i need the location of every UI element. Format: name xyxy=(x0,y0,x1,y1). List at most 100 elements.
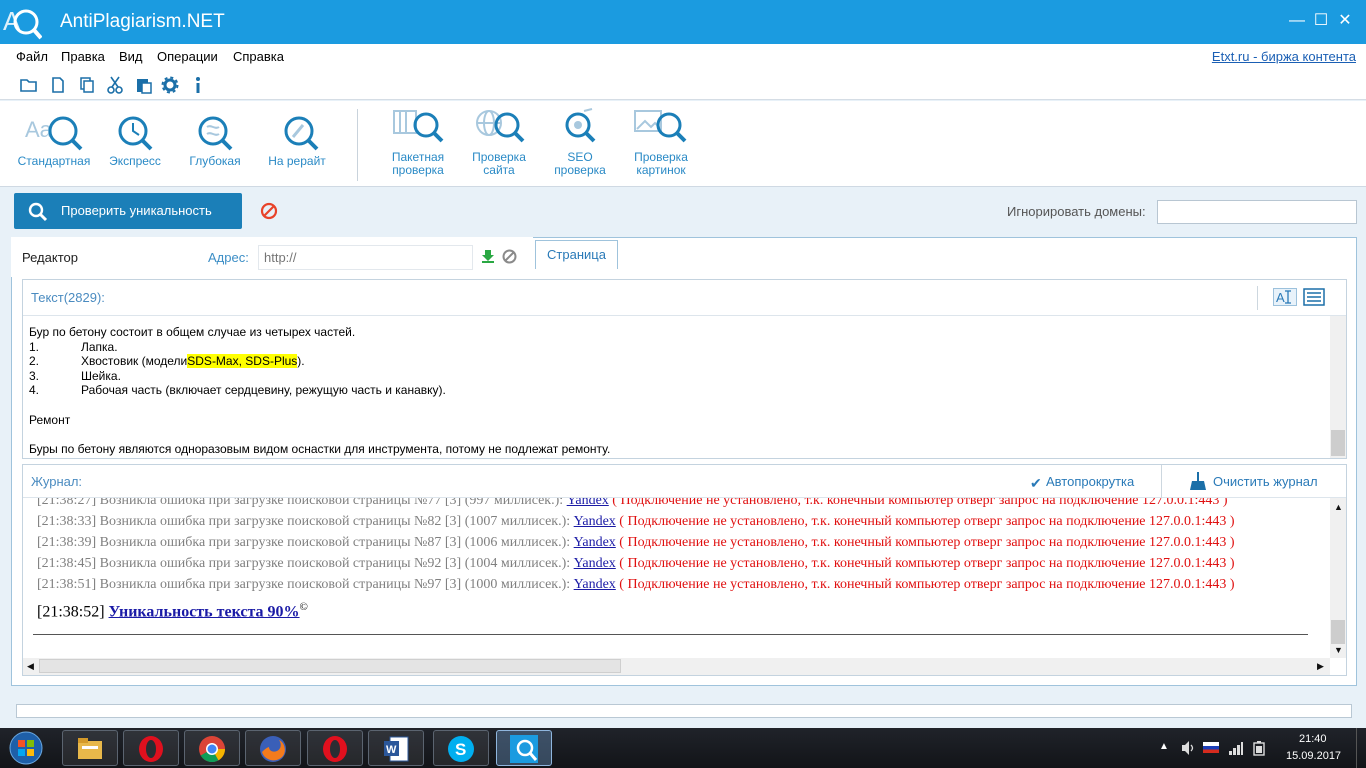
journal-header: Журнал: ✔ Автопрокрутка Очистить журнал xyxy=(23,465,1346,498)
network-signal-icon[interactable] xyxy=(1228,740,1244,756)
list-text-end: ). xyxy=(297,354,305,369)
clock-time[interactable]: 21:40 xyxy=(1299,733,1327,745)
scrollbar-thumb[interactable] xyxy=(1331,620,1345,644)
autoscroll-checkbox[interactable]: ✔ xyxy=(1030,475,1042,492)
etxt-link[interactable]: Etxt.ru - биржа контента xyxy=(1212,49,1356,64)
scroll-down-icon[interactable]: ▼ xyxy=(1334,645,1343,655)
image-check-icon xyxy=(634,110,687,143)
settings-gear-icon[interactable] xyxy=(161,76,179,94)
menu-bar: Файл Правка Вид Операции Справка Etxt.ru… xyxy=(0,44,1366,70)
batch-check-button[interactable]: Пакетная проверка xyxy=(386,107,450,177)
close-button[interactable]: ✕ xyxy=(1334,10,1356,32)
list-number: 2. xyxy=(29,354,40,369)
uniqueness-result-link[interactable]: Уникальность текста 90% xyxy=(109,603,300,620)
copy-icon[interactable] xyxy=(78,76,96,94)
scroll-left-icon[interactable]: ◀ xyxy=(27,661,34,672)
deep-check-button[interactable]: Глубокая xyxy=(185,107,245,168)
clear-journal-button[interactable]: Очистить журнал xyxy=(1213,474,1318,489)
scroll-right-icon[interactable]: ▶ xyxy=(1317,661,1324,672)
taskbar-chrome[interactable] xyxy=(184,730,240,766)
standard-check-button[interactable]: Aa Стандартная xyxy=(16,107,92,168)
log-error: ( Подключение не установлено, т.к. конеч… xyxy=(615,577,1235,592)
tab-page[interactable]: Страница xyxy=(535,240,618,269)
show-hidden-icons[interactable]: ▲ xyxy=(1159,741,1169,752)
site-check-button[interactable]: Проверка сайта xyxy=(467,107,531,177)
list-text: Рабочая часть (включает сердцевину, режу… xyxy=(81,383,446,398)
journal-vertical-scrollbar[interactable]: ▲ ▼ xyxy=(1330,498,1346,658)
yandex-link[interactable]: Yandex xyxy=(567,498,609,508)
address-input[interactable] xyxy=(258,245,473,270)
divider xyxy=(1161,465,1162,498)
text-count-label: Текст(2829): xyxy=(31,290,105,305)
windows-start-icon[interactable] xyxy=(3,729,49,767)
text-content[interactable]: Бур по бетону состоит в общем случае из … xyxy=(29,325,1329,456)
maximize-button[interactable]: ☐ xyxy=(1310,10,1332,32)
yandex-link[interactable]: Yandex xyxy=(574,556,616,571)
taskbar-explorer[interactable] xyxy=(62,730,118,766)
journal-horizontal-scrollbar[interactable]: ◀ ▶ xyxy=(23,658,1330,675)
result-time: [21:38:52] xyxy=(37,603,109,621)
paste-icon[interactable] xyxy=(135,76,153,94)
list-view-icon[interactable] xyxy=(1303,288,1325,306)
log-text: [21:38:39] Возникла ошибка при загрузке … xyxy=(37,535,574,550)
cancel-icon[interactable] xyxy=(502,249,517,264)
site-check-label-1: Проверка xyxy=(472,150,526,164)
ignore-domains-input[interactable] xyxy=(1157,200,1357,224)
seo-check-label-2: проверка xyxy=(554,163,606,177)
ignore-domains-label: Игнорировать домены: xyxy=(1007,204,1146,219)
info-icon[interactable] xyxy=(189,76,207,94)
scrollbar-thumb[interactable] xyxy=(1331,430,1345,456)
standard-check-icon: Aa xyxy=(25,116,83,151)
express-check-icon xyxy=(118,116,153,151)
minimize-button[interactable]: — xyxy=(1286,10,1308,32)
image-check-button[interactable]: Проверка картинок xyxy=(629,107,693,177)
text-scrollbar[interactable] xyxy=(1330,316,1346,458)
show-desktop-button[interactable] xyxy=(1356,728,1366,768)
highlighted-text: SDS-Max, SDS-Plus xyxy=(187,354,298,369)
log-error: ( Подключение не установлено, т.к. конеч… xyxy=(615,535,1235,550)
battery-icon[interactable] xyxy=(1252,740,1266,756)
open-folder-icon[interactable] xyxy=(20,76,38,94)
seo-check-button[interactable]: SEO проверка xyxy=(548,107,612,177)
volume-icon[interactable] xyxy=(1181,740,1195,756)
firefox-icon xyxy=(260,736,286,762)
rewrite-check-button[interactable]: На рерайт xyxy=(262,107,332,168)
text-list-item: 2. Хвостовик (моделиSDS-Max, SDS-Plus). xyxy=(29,354,1329,369)
taskbar-firefox[interactable] xyxy=(245,730,301,766)
menu-help[interactable]: Справка xyxy=(233,49,284,64)
text-heading: Ремонт xyxy=(29,412,71,427)
menu-view[interactable]: Вид xyxy=(119,49,143,64)
broom-icon[interactable] xyxy=(1188,471,1208,491)
clock-date[interactable]: 15.09.2017 xyxy=(1286,750,1341,762)
stop-icon[interactable] xyxy=(260,202,278,220)
scroll-up-icon[interactable]: ▲ xyxy=(1334,502,1343,512)
express-check-button[interactable]: Экспресс xyxy=(105,107,165,168)
taskbar-word[interactable]: W xyxy=(368,730,424,766)
taskbar-skype[interactable]: S xyxy=(433,730,489,766)
yandex-link[interactable]: Yandex xyxy=(574,577,616,592)
cut-icon[interactable] xyxy=(106,76,124,94)
autoscroll-label[interactable]: Автопрокрутка xyxy=(1046,474,1134,489)
text-list-item: 3. Шейка. xyxy=(29,369,1329,384)
new-file-icon[interactable] xyxy=(49,76,67,94)
taskbar-opera[interactable] xyxy=(123,730,179,766)
scrollbar-thumb[interactable] xyxy=(39,659,621,673)
text-editor[interactable]: Текст(2829): A Бур по бетону состоит в о… xyxy=(22,279,1347,459)
editor-tab-label[interactable]: Редактор xyxy=(22,250,78,265)
site-check-label-2: сайта xyxy=(483,163,515,177)
menu-edit[interactable]: Правка xyxy=(61,49,105,64)
yandex-link[interactable]: Yandex xyxy=(574,535,616,550)
taskbar-opera-2[interactable] xyxy=(307,730,363,766)
copyright-mark: © xyxy=(299,601,308,613)
check-uniqueness-button[interactable]: Проверить уникальность xyxy=(14,193,242,229)
taskbar-antiplagiarism[interactable] xyxy=(496,730,552,766)
font-format-icon[interactable]: A xyxy=(1273,288,1297,306)
download-icon[interactable] xyxy=(481,249,495,263)
yandex-link[interactable]: Yandex xyxy=(574,514,616,529)
ribbon: Aa Стандартная Экспресс Глубокая На рера… xyxy=(0,101,1366,187)
log-text: [21:38:45] Возникла ошибка при загрузке … xyxy=(37,556,574,571)
russian-flag-icon[interactable] xyxy=(1203,742,1219,753)
menu-file[interactable]: Файл xyxy=(16,49,48,64)
menu-operations[interactable]: Операции xyxy=(157,49,218,64)
text-line: Бур по бетону состоит в общем случае из … xyxy=(29,325,356,339)
